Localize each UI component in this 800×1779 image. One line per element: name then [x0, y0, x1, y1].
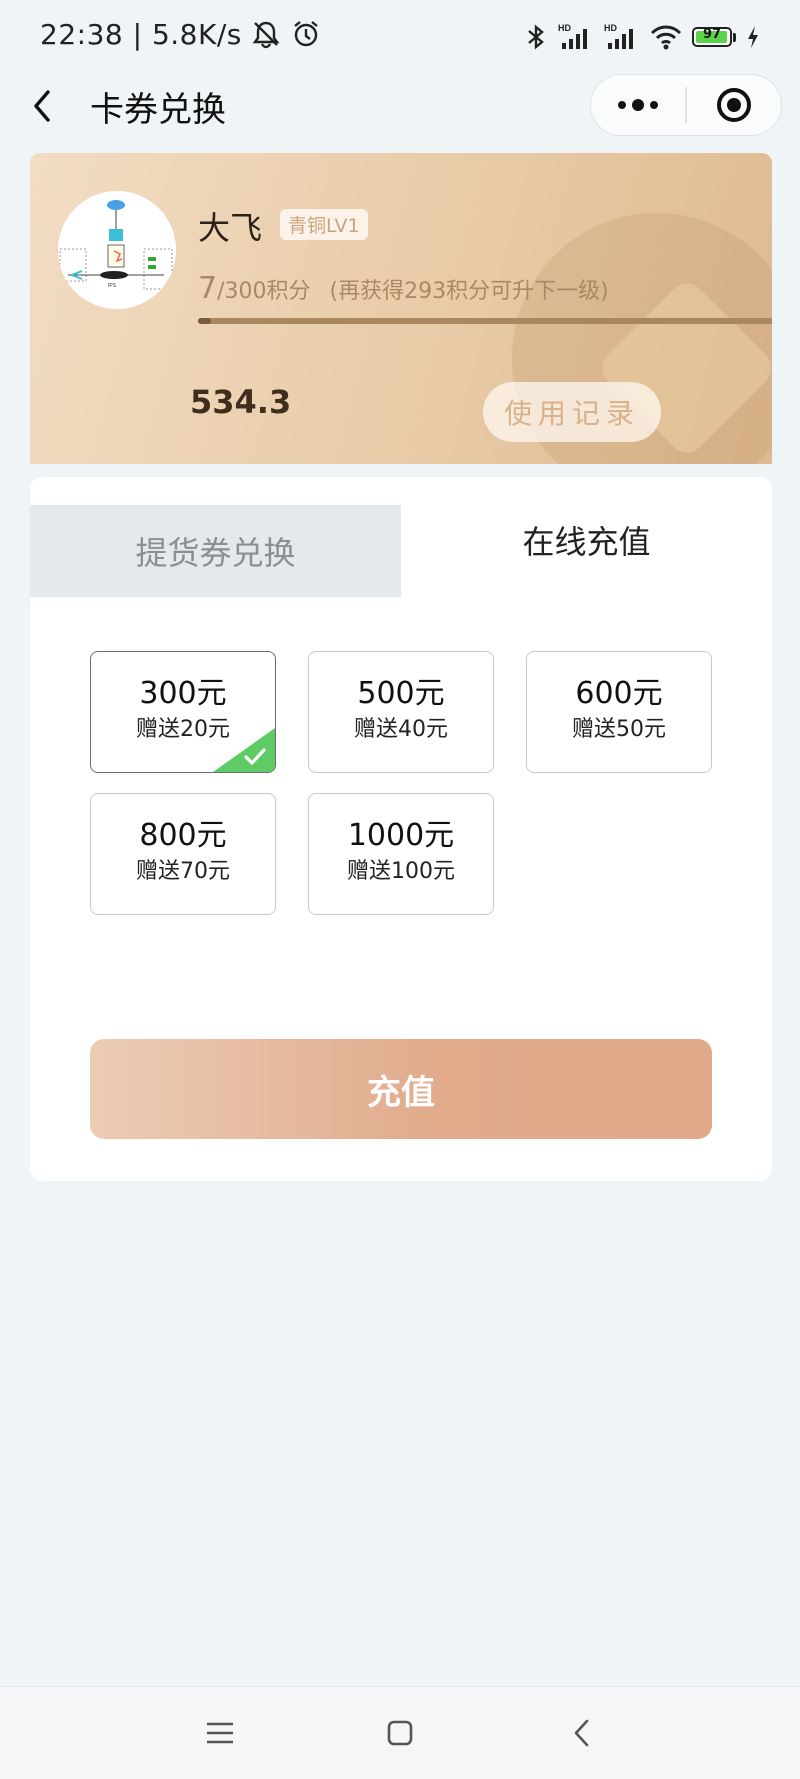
- battery-icon: 97: [692, 27, 736, 47]
- amount-value: 1000元: [347, 818, 455, 853]
- status-icons: HD HD 97: [524, 18, 760, 56]
- mini-program-capsule: [590, 74, 782, 136]
- nav-back-button[interactable]: [560, 1711, 604, 1755]
- back-arrow-icon[interactable]: [28, 86, 60, 126]
- recharge-panel: 提货券兑换 在线充值 300元 赠送20元 500元 赠送40元 600元 赠送…: [30, 477, 772, 1181]
- wifi-icon: [650, 25, 682, 50]
- tab-voucher-exchange[interactable]: 提货券兑换: [30, 505, 401, 597]
- charging-icon: [748, 26, 758, 48]
- svg-text:IPS: IPS: [108, 283, 117, 289]
- more-button[interactable]: [591, 75, 685, 135]
- amount-bonus: 赠送100元: [347, 859, 455, 884]
- amount-bonus: 赠送70元: [136, 859, 230, 884]
- svg-text:HD: HD: [604, 23, 617, 33]
- points-current: 7: [198, 271, 218, 306]
- svg-text:HD: HD: [558, 23, 571, 33]
- tab-online-recharge[interactable]: 在线充值: [401, 477, 772, 597]
- hd-signal-icon: HD: [558, 23, 587, 49]
- points-total: /300积分: [217, 279, 311, 304]
- status-time: 22:38 | 5.8K/s: [40, 18, 321, 51]
- menu-lines-icon: [207, 1722, 233, 1744]
- level-progress-fill: [198, 318, 212, 324]
- amount-bonus: 赠送40元: [354, 717, 448, 742]
- page-title: 卡券兑换: [90, 90, 226, 130]
- amount-option-600[interactable]: 600元 赠送50元: [526, 651, 712, 773]
- recharge-button[interactable]: 充值: [90, 1039, 712, 1139]
- nav-menu-button[interactable]: [198, 1711, 242, 1755]
- checkmark-icon: [244, 748, 266, 765]
- level-progress-bar: [198, 318, 772, 324]
- system-navigation-bar: [0, 1686, 800, 1779]
- amount-value: 500元: [357, 676, 445, 711]
- balance-value: 534.3: [190, 383, 292, 421]
- home-square-icon: [387, 1720, 413, 1746]
- mute-icon: [252, 21, 280, 49]
- amount-value: 600元: [575, 676, 663, 711]
- amount-bonus: 赠送50元: [572, 717, 666, 742]
- target-circle-icon: [716, 88, 751, 122]
- member-card: IPS 大飞 青铜LV1 7/300积分 (再获得293积分可升下一级) 534…: [30, 153, 772, 464]
- avatar[interactable]: IPS: [58, 191, 176, 309]
- bluetooth-icon: [528, 24, 544, 50]
- level-badge: 青铜LV1: [280, 209, 368, 240]
- amount-value: 800元: [139, 818, 227, 853]
- close-button[interactable]: [687, 75, 781, 135]
- amount-option-300[interactable]: 300元 赠送20元: [90, 651, 276, 773]
- points-progress-text: 7/300积分 (再获得293积分可升下一级): [198, 271, 609, 306]
- amount-option-500[interactable]: 500元 赠送40元: [308, 651, 494, 773]
- amount-option-800[interactable]: 800元 赠送70元: [90, 793, 276, 915]
- battery-level: 97: [702, 27, 722, 42]
- amount-value: 300元: [139, 676, 227, 711]
- hd-signal-icon: HD: [604, 23, 633, 49]
- amount-option-1000[interactable]: 1000元 赠送100元: [308, 793, 494, 915]
- points-hint: (再获得293积分可升下一级): [329, 279, 609, 304]
- user-name: 大飞: [198, 209, 263, 247]
- back-chevron-icon: [574, 1719, 589, 1747]
- usage-record-button[interactable]: 使用记录: [483, 382, 661, 442]
- alarm-icon: [293, 21, 318, 47]
- more-dots-icon: [618, 99, 659, 111]
- avatar-network-diagram-icon: IPS: [58, 191, 176, 309]
- nav-home-button[interactable]: [378, 1711, 422, 1755]
- amount-bonus: 赠送20元: [136, 717, 230, 742]
